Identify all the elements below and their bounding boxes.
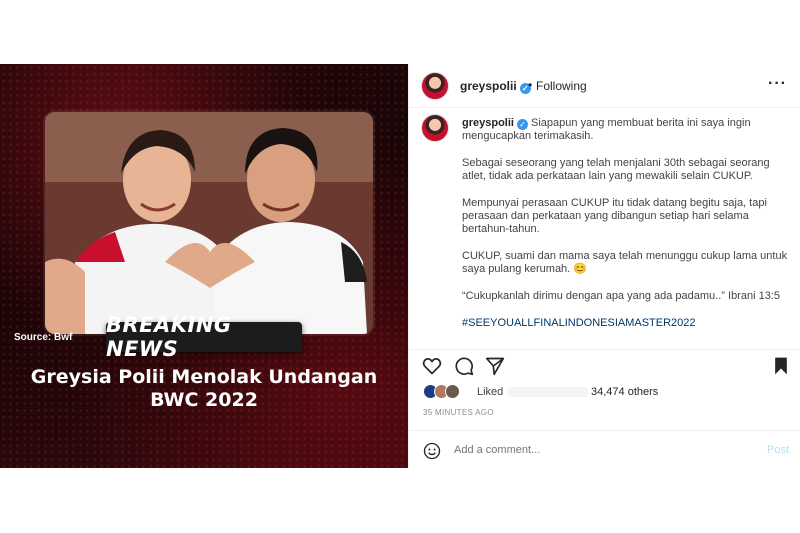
liked-by-label: Liked (477, 386, 504, 398)
caption-text: greyspolii ✓ Siapapun yang membuat berita… (462, 117, 794, 330)
username-link[interactable]: greyspolii ✓ (460, 79, 531, 94)
caption-paragraph: CUKUP, suami dan mama saya telah menungg… (462, 250, 788, 275)
post-image[interactable]: Source: Bwf BREAKING NEWS Greysia Polii … (0, 64, 408, 468)
action-bar (409, 349, 800, 376)
avatar[interactable] (421, 72, 449, 100)
separator-dot: • (528, 78, 533, 92)
post-header: greyspolii ✓ • Following ··· (409, 64, 800, 108)
caption-paragraph: “Cukupkanlah dirimu dengan apa yang ada … (462, 290, 780, 302)
caption-section: greyspolii ✓ Siapapun yang membuat berita… (409, 109, 800, 342)
caption-paragraph: Mempunyai perasaan CUKUP itu tidak datan… (462, 197, 767, 235)
comment-bar: Post (409, 430, 800, 468)
heart-icon[interactable] (422, 356, 442, 376)
breaking-news-banner: BREAKING NEWS (106, 313, 302, 361)
caption-paragraph: greyspolii ✓ Siapapun yang membuat berita… (462, 117, 794, 143)
post-timestamp[interactable]: 35 MINUTES AGO (423, 408, 494, 417)
athletes-photo (45, 112, 373, 334)
username-text: greyspolii (460, 79, 517, 93)
news-headline: Greysia Polii Menolak Undangan BWC 2022 (20, 366, 388, 412)
breaking-news-text: BREAKING NEWS (106, 313, 232, 361)
bookmark-icon[interactable] (771, 356, 791, 376)
more-icon[interactable]: ··· (768, 75, 787, 93)
post-button[interactable]: Post (767, 444, 789, 456)
following-button[interactable]: Following (536, 79, 587, 93)
blurred-liker-name (508, 387, 588, 397)
caption-paragraph: Sebagai seseorang yang telah menjalani 3… (462, 157, 770, 182)
avatar[interactable] (421, 114, 449, 142)
share-icon[interactable] (485, 356, 505, 376)
emoji-icon[interactable] (423, 442, 441, 460)
comment-icon[interactable] (454, 356, 474, 376)
likes-count-link[interactable]: 34,474 others (591, 386, 658, 398)
comment-input[interactable] (454, 441, 754, 459)
likes-row: Liked 34,474 others (423, 384, 793, 402)
verified-badge-icon: ✓ (516, 119, 528, 130)
source-credit: Source: Bwf (14, 332, 73, 343)
headline-line-2: BWC 2022 (150, 389, 258, 411)
caption-username[interactable]: greyspolii (462, 117, 514, 129)
headline-line-1: Greysia Polii Menolak Undangan (30, 366, 378, 388)
post-sidebar: greyspolii ✓ • Following ··· greyspolii ✓ … (408, 64, 800, 468)
athletes-illustration (45, 112, 373, 334)
hashtag-link[interactable]: #SEEYOUALLFINALINDONESIAMASTER2022 (462, 317, 794, 330)
liker-avatar[interactable] (445, 384, 460, 399)
